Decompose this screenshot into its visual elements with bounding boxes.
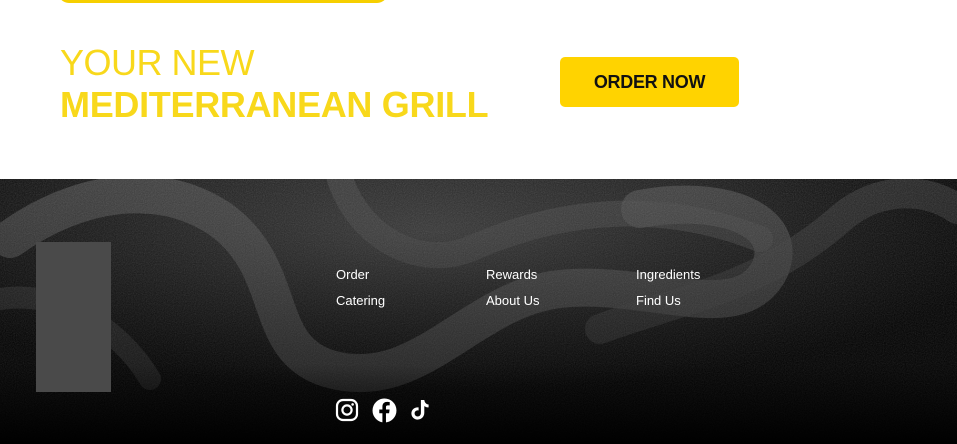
- order-now-button[interactable]: ORDER NOW: [560, 57, 739, 107]
- footer-link-about-us[interactable]: About Us: [486, 293, 539, 309]
- previous-button-outline: [58, 0, 388, 3]
- footer-link-ingredients[interactable]: Ingredients: [636, 267, 700, 283]
- facebook-icon[interactable]: [371, 397, 397, 423]
- headline-line-2: MEDITERRANEAN GRILL: [60, 84, 489, 125]
- footer-link-find-us[interactable]: Find Us: [636, 293, 681, 309]
- footer-logo[interactable]: [36, 242, 111, 392]
- headline-line-1: YOUR NEW: [60, 42, 255, 83]
- footer-link-catering[interactable]: Catering: [336, 293, 385, 309]
- footer-link-rewards[interactable]: Rewards: [486, 267, 537, 283]
- footer-link-order[interactable]: Order: [336, 267, 369, 283]
- instagram-icon[interactable]: [334, 397, 360, 423]
- tiktok-icon[interactable]: [407, 397, 433, 423]
- page: YOUR NEW MEDITERRANEAN GRILL ORDER NOW O…: [0, 0, 957, 444]
- footer: Order Catering Rewards About Us Ingredie…: [0, 179, 957, 444]
- footer-background-texture: [0, 179, 957, 444]
- promo-section: YOUR NEW MEDITERRANEAN GRILL ORDER NOW: [0, 0, 957, 179]
